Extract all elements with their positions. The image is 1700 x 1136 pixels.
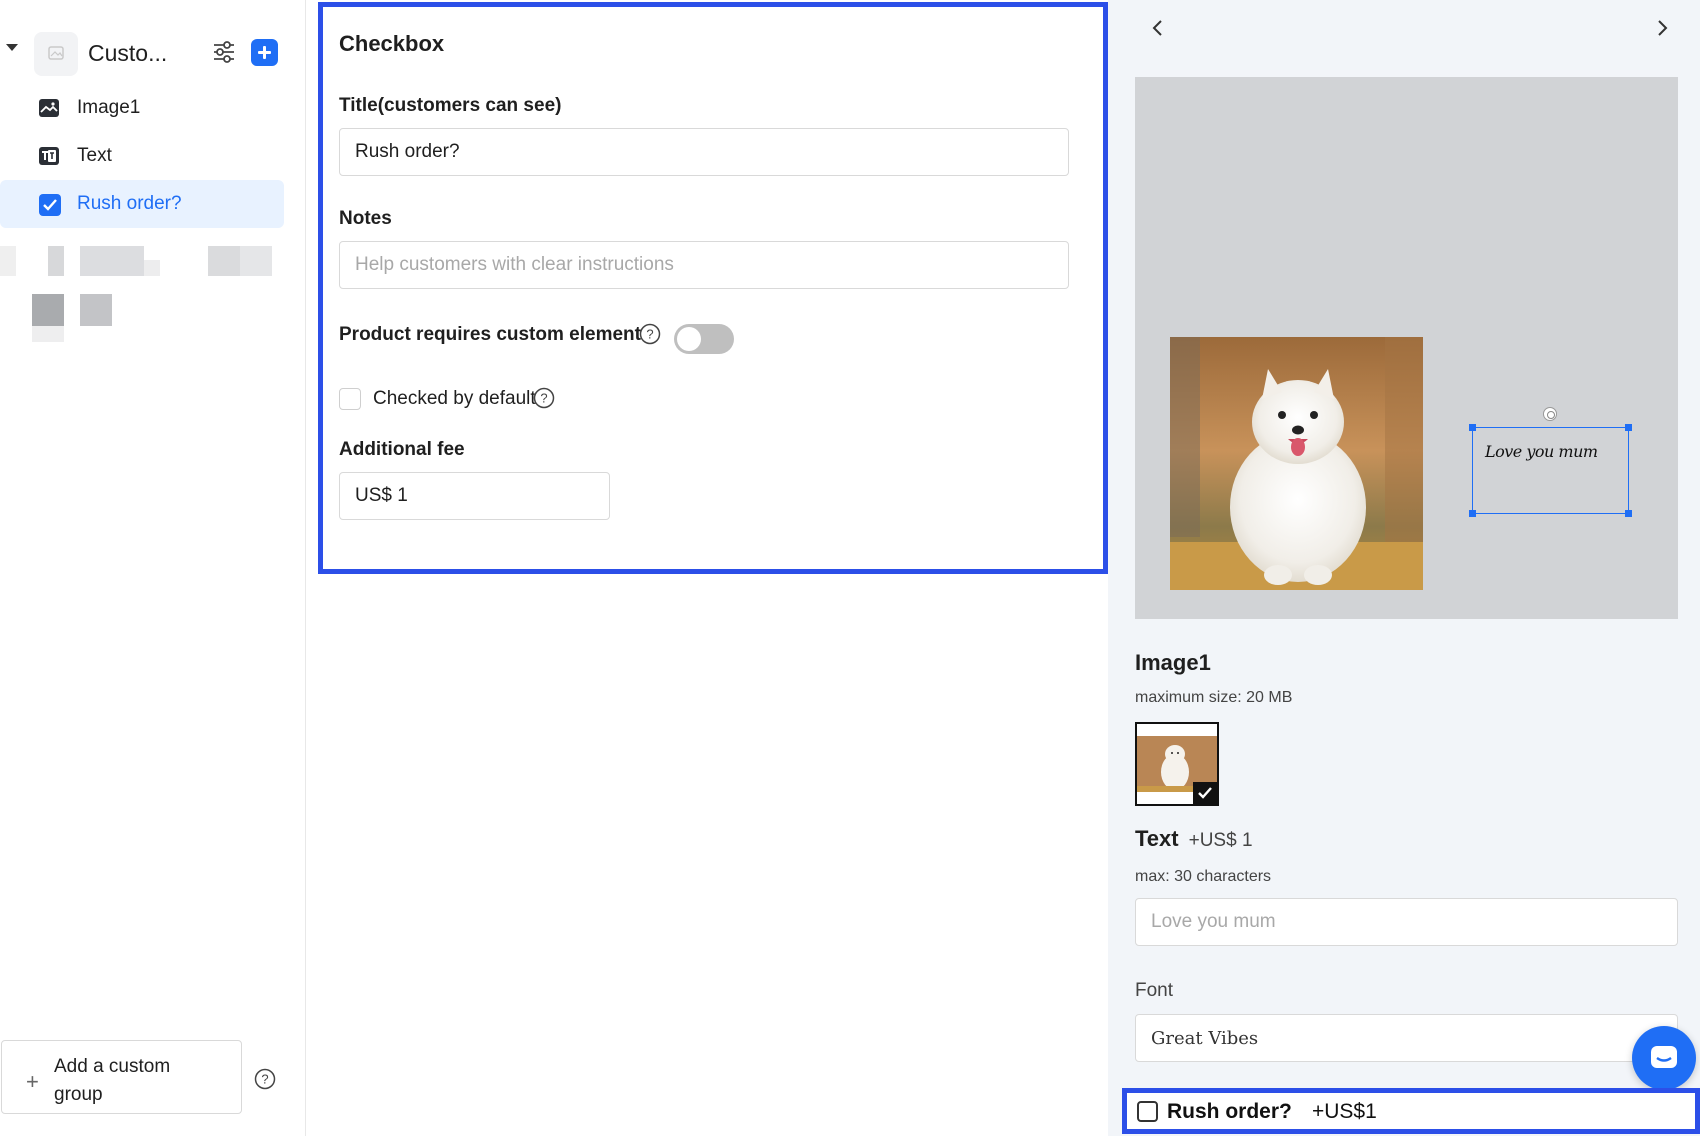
additional-fee-label: Additional fee: [339, 439, 465, 460]
selected-image-thumbnail[interactable]: [1135, 722, 1219, 806]
notes-input[interactable]: [339, 241, 1069, 289]
checkbox-icon: [39, 194, 61, 216]
rush-order-label: Rush order?: [1167, 1100, 1292, 1123]
sliders-icon[interactable]: [212, 40, 236, 64]
title-input[interactable]: [339, 128, 1069, 176]
pixelated-block: [0, 246, 16, 276]
dog-photo[interactable]: [1170, 337, 1423, 590]
product-preview-canvas: Love you mum: [1135, 77, 1678, 619]
text-icon: [39, 147, 59, 165]
sidebar: Custo... Image1 Text Rush order? + Add a…: [0, 0, 306, 1136]
plus-icon: +: [26, 1069, 39, 1094]
image-placeholder-icon: [48, 46, 64, 60]
pixelated-block: [144, 260, 160, 276]
checkbox-config-form: Checkbox Title(customers can see) Notes …: [318, 2, 1108, 574]
rush-order-checkbox[interactable]: [1137, 1101, 1158, 1122]
resize-handle[interactable]: [1625, 424, 1632, 431]
pixelated-block: [80, 246, 144, 276]
image-max-size: maximum size: 20 MB: [1135, 689, 1293, 706]
pixelated-block: [240, 246, 272, 276]
sidebar-item-label: Rush order?: [77, 193, 182, 214]
text-heading-label: Text: [1135, 826, 1179, 851]
group-title: Custo...: [88, 40, 168, 66]
help-icon[interactable]: ?: [533, 387, 555, 409]
add-custom-group-label: Add a custom group: [54, 1056, 171, 1105]
toggle-knob: [677, 327, 701, 351]
image-icon: [39, 99, 59, 117]
sidebar-item-label: Text: [77, 145, 112, 166]
config-title: Checkbox: [339, 31, 445, 56]
preview-panel: Love you mum Image1 maximum size: 20 MB …: [1108, 0, 1700, 1136]
rotate-handle-icon[interactable]: [1543, 407, 1557, 421]
custom-text-input[interactable]: [1135, 898, 1678, 946]
resize-handle[interactable]: [1469, 424, 1476, 431]
resize-handle[interactable]: [1625, 510, 1632, 517]
font-select-value: Great Vibes: [1151, 1028, 1259, 1049]
text-section-heading: Text +US$ 1: [1135, 826, 1253, 852]
text-layer-box[interactable]: Love you mum: [1469, 424, 1632, 517]
help-icon[interactable]: ?: [254, 1068, 276, 1090]
resize-handle[interactable]: [1469, 510, 1476, 517]
caret-down-icon[interactable]: [6, 44, 18, 51]
pixelated-block: [80, 294, 112, 326]
chat-icon: [1651, 1046, 1677, 1068]
svg-text:?: ?: [261, 1072, 268, 1087]
text-max-characters: max: 30 characters: [1135, 868, 1272, 885]
rush-order-fee: +US$1: [1312, 1100, 1377, 1123]
svg-text:?: ?: [540, 391, 547, 406]
title-field-label: Title(customers can see): [339, 95, 562, 116]
chevron-right-icon[interactable]: [1652, 18, 1672, 38]
add-element-icon[interactable]: [251, 39, 278, 66]
font-label: Font: [1135, 980, 1174, 1001]
checked-by-default-label: Checked by default: [373, 388, 536, 409]
config-panel: Checkbox Title(customers can see) Notes …: [306, 0, 1108, 1136]
notes-field-label: Notes: [339, 208, 392, 229]
pixelated-block: [208, 246, 240, 276]
additional-fee-input[interactable]: [339, 472, 610, 520]
requires-element-toggle[interactable]: [674, 324, 734, 354]
pixelated-block: [32, 326, 64, 342]
checked-by-default-checkbox[interactable]: [339, 388, 361, 410]
rush-order-option: Rush order? +US$1: [1122, 1088, 1700, 1134]
sidebar-item-text[interactable]: Text: [0, 132, 284, 180]
pixelated-block: [32, 294, 64, 326]
group-thumbnail: [34, 32, 78, 76]
requires-element-label: Product requires custom element: [339, 324, 641, 345]
sidebar-item-label: Image1: [77, 97, 141, 118]
pixelated-block: [48, 246, 64, 276]
sidebar-item-image1[interactable]: Image1: [0, 84, 284, 132]
canvas-text: Love you mum: [1485, 442, 1598, 461]
svg-text:?: ?: [646, 327, 653, 342]
chat-support-button[interactable]: [1632, 1026, 1696, 1090]
image-section-heading: Image1: [1135, 650, 1211, 675]
group-header[interactable]: Custo...: [0, 28, 300, 76]
chevron-left-icon[interactable]: [1148, 18, 1168, 38]
check-icon: [1193, 782, 1217, 804]
help-icon[interactable]: ?: [639, 323, 661, 345]
add-custom-group-button[interactable]: + Add a custom group: [1, 1040, 242, 1114]
text-fee: +US$ 1: [1188, 830, 1253, 851]
sidebar-item-rush-order[interactable]: Rush order?: [0, 180, 284, 228]
font-select[interactable]: Great Vibes: [1135, 1014, 1678, 1062]
